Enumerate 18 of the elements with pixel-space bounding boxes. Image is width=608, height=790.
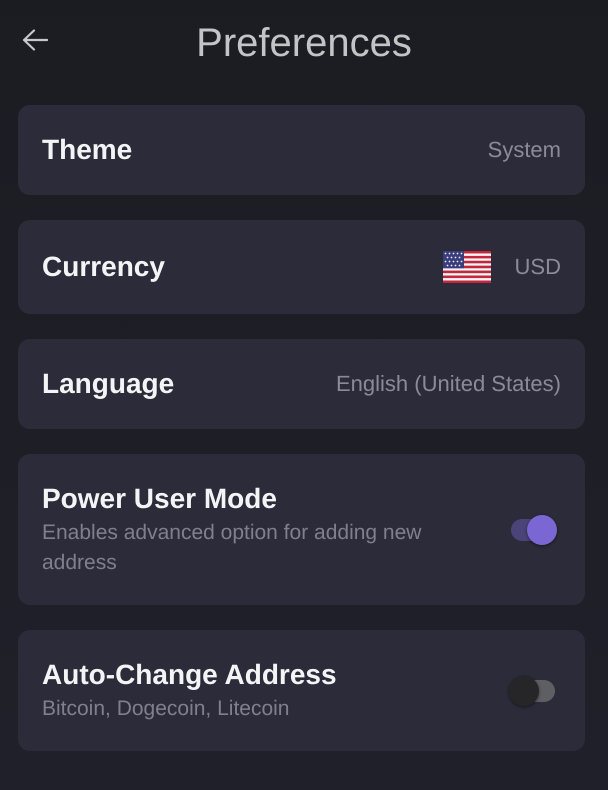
- setting-value: English (United States): [336, 370, 561, 398]
- setting-value: System: [488, 136, 561, 164]
- setting-label: Theme: [42, 133, 132, 167]
- back-arrow-icon[interactable]: [22, 29, 48, 51]
- setting-label: Auto-Change Address: [42, 658, 337, 692]
- toggle-switch[interactable]: [509, 515, 557, 545]
- setting-label: Language: [42, 367, 174, 401]
- setting-description: Enables advanced option for adding new address: [42, 520, 422, 576]
- page-title: Preferences: [196, 20, 412, 67]
- setting-description: Bitcoin, Dogecoin, Litecoin: [42, 696, 290, 722]
- flag-icon: [442, 251, 491, 283]
- setting-card[interactable]: Currency USD: [18, 220, 585, 314]
- setting-card[interactable]: Language English (United States): [18, 339, 585, 429]
- setting-label: Power User Mode: [42, 482, 278, 516]
- setting-card[interactable]: Theme System: [18, 105, 585, 195]
- setting-value: USD: [514, 253, 561, 281]
- setting-label: Currency: [42, 250, 165, 284]
- toggle-switch[interactable]: [509, 676, 557, 706]
